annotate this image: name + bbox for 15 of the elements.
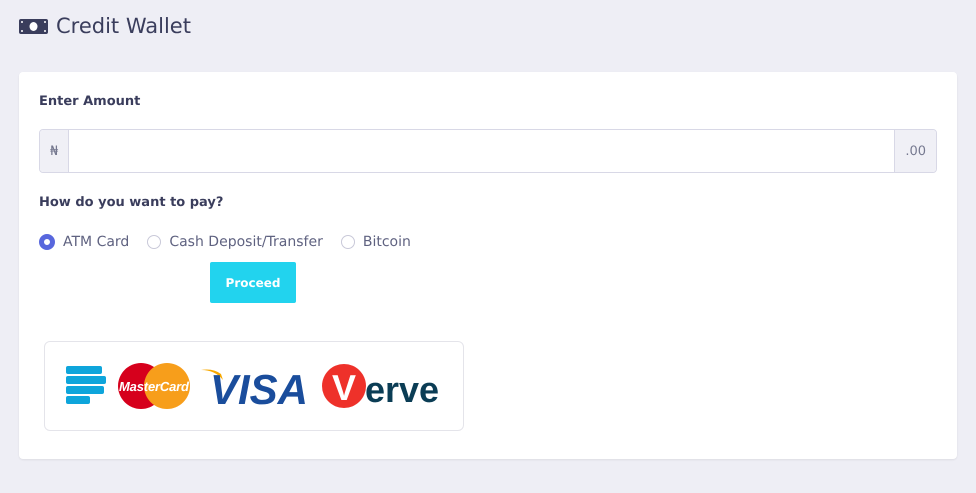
radio-button[interactable] — [39, 234, 55, 250]
page-title: Credit Wallet — [56, 14, 191, 38]
decimal-suffix: .00 — [895, 130, 936, 172]
amount-field[interactable]: ₦ .00 — [39, 129, 937, 173]
visa-logo: VISA — [201, 364, 311, 408]
payment-option-label[interactable]: ATM Card — [63, 234, 130, 250]
banknote-icon — [19, 18, 48, 34]
amount-label: Enter Amount — [39, 94, 142, 109]
payment-option-label[interactable]: Cash Deposit/Transfer — [169, 234, 323, 250]
payment-question: How do you want to pay? — [39, 195, 224, 210]
radio-button[interactable] — [147, 235, 162, 249]
currency-prefix: ₦ — [40, 130, 68, 172]
verve-logo: V erve — [321, 363, 439, 409]
payment-option-label[interactable]: Bitcoin — [362, 234, 411, 250]
radio-button[interactable] — [340, 235, 355, 249]
